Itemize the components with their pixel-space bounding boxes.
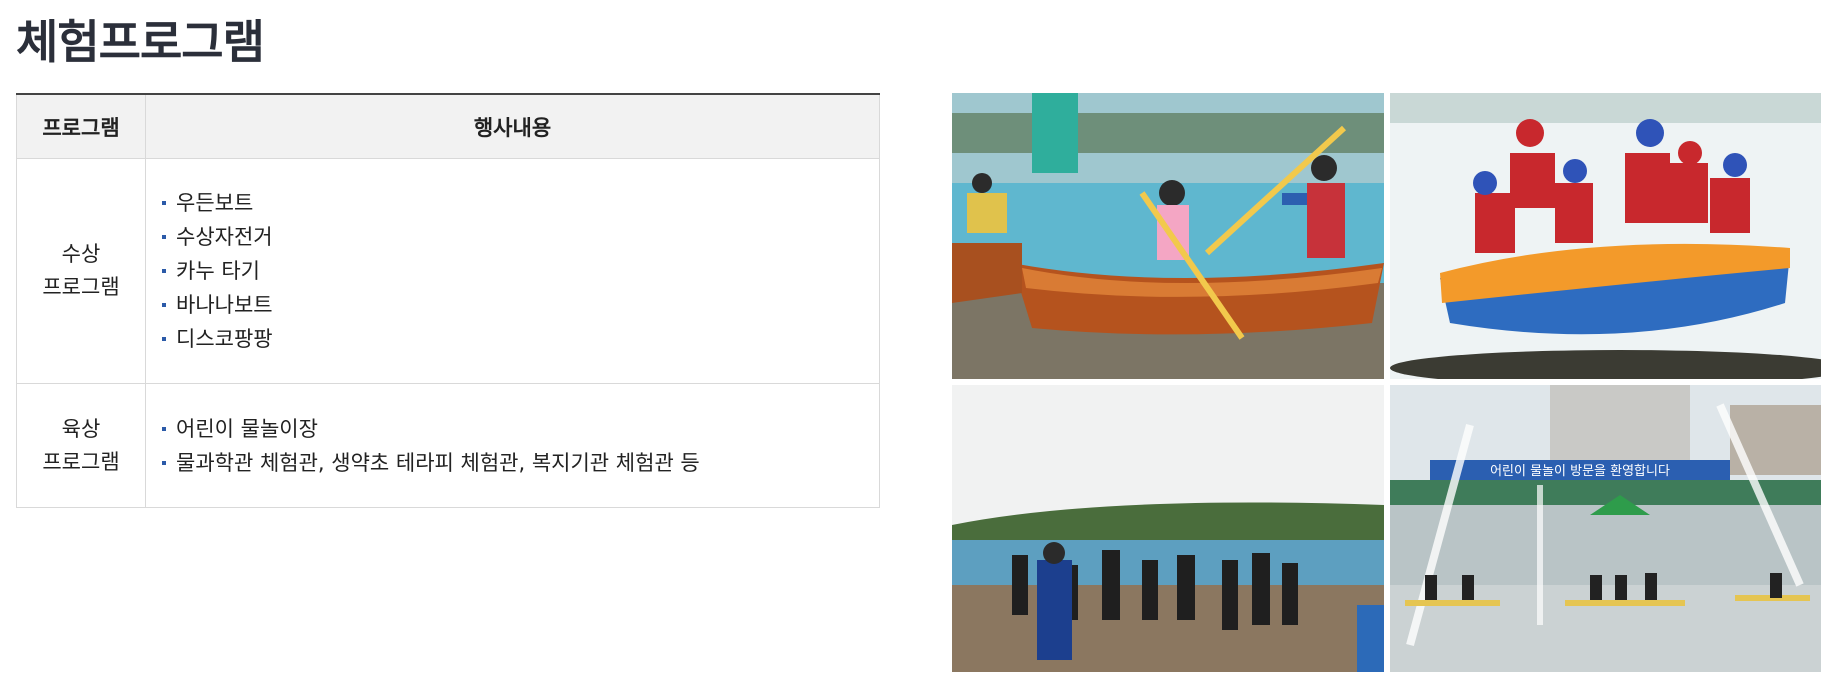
category-label-line1: 수상 bbox=[61, 242, 101, 266]
photo-grid: 어린이 물놀이 방문을 환영합니다 bbox=[952, 93, 1821, 673]
list-item: 수상자전거 bbox=[162, 220, 879, 254]
photo-crowd bbox=[952, 385, 1384, 672]
table-row-water-program: 수상 프로그램 우든보트 수상자전거 카누 타기 바나나보트 디스코팡팡 bbox=[16, 158, 880, 384]
header-content: 행사내용 bbox=[145, 93, 880, 159]
list-item: 어린이 물놀이장 bbox=[162, 412, 879, 446]
table-row-land-program: 육상 프로그램 어린이 물놀이장 물과학관 체험관, 생약초 테라피 체험관, … bbox=[16, 383, 880, 508]
photo-banana-boat bbox=[1390, 93, 1821, 379]
items-cell: 어린이 물놀이장 물과학관 체험관, 생약초 테라피 체험관, 복지기관 체험관… bbox=[145, 383, 880, 508]
header-program: 프로그램 bbox=[16, 93, 146, 159]
list-item: 바나나보트 bbox=[162, 288, 879, 322]
category-cell: 수상 프로그램 bbox=[16, 158, 146, 384]
page-title: 체험프로그램 bbox=[16, 15, 265, 69]
list-item: 물과학관 체험관, 생약초 테라피 체험관, 복지기관 체험관 등 bbox=[162, 446, 879, 480]
program-table: 프로그램 행사내용 수상 프로그램 우든보트 수상자전거 카누 타기 바나나보트… bbox=[16, 93, 880, 508]
program-item-list: 어린이 물놀이장 물과학관 체험관, 생약초 테라피 체험관, 복지기관 체험관… bbox=[162, 412, 879, 480]
list-item: 카누 타기 bbox=[162, 254, 879, 288]
banner-text: 어린이 물놀이 방문을 환영합니다 bbox=[1490, 464, 1670, 479]
items-cell: 우든보트 수상자전거 카누 타기 바나나보트 디스코팡팡 bbox=[145, 158, 880, 384]
photo-water-bikes: 어린이 물놀이 방문을 환영합니다 bbox=[1390, 385, 1821, 672]
category-label-line2: 프로그램 bbox=[42, 275, 120, 299]
list-item: 우든보트 bbox=[162, 186, 879, 220]
category-cell: 육상 프로그램 bbox=[16, 383, 146, 508]
list-item: 디스코팡팡 bbox=[162, 322, 879, 356]
photo-canoe bbox=[952, 93, 1384, 379]
category-label-line1: 육상 bbox=[61, 416, 101, 441]
table-header-row: 프로그램 행사내용 bbox=[16, 93, 880, 159]
category-label-line2: 프로그램 bbox=[42, 449, 120, 474]
program-item-list: 우든보트 수상자전거 카누 타기 바나나보트 디스코팡팡 bbox=[162, 186, 879, 356]
